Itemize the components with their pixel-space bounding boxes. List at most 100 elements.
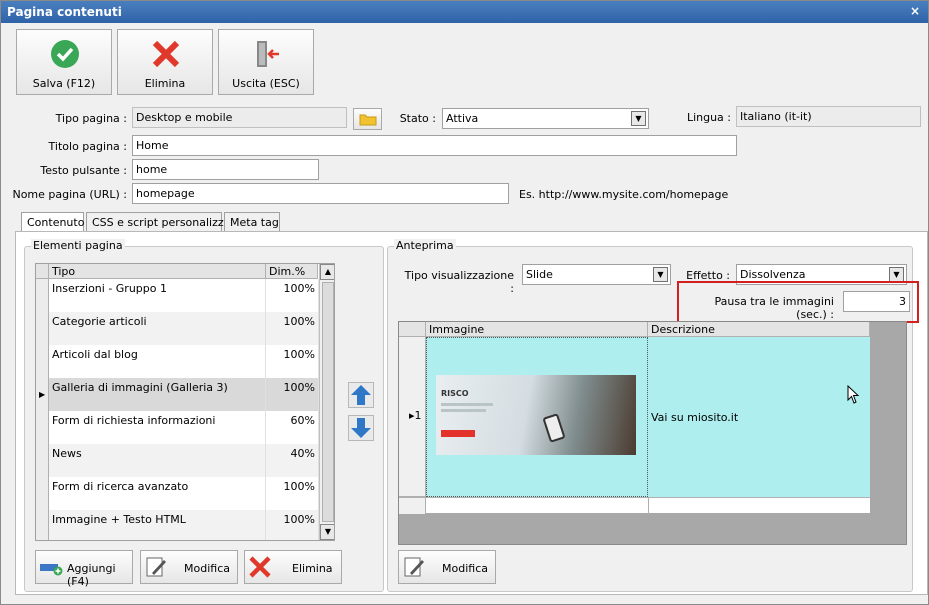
title-bar: Pagina contenuti × (1, 1, 928, 23)
folder-button[interactable] (353, 108, 382, 130)
col-header-immagine: Immagine (426, 322, 648, 337)
nome-label: Nome pagina (URL) : (12, 188, 127, 201)
delete-x-icon (152, 40, 180, 68)
tab-css-script[interactable]: CSS e script personalizzati (86, 212, 238, 232)
table-row[interactable]: Categorie articoli 100% (36, 312, 319, 345)
exit-label: Uscita (ESC) (232, 77, 300, 90)
thumbnail-phone (542, 413, 566, 443)
tipo-vis-value: Slide (526, 268, 553, 281)
cell-tipo: Form di ricerca avanzato (49, 477, 266, 510)
row-indicator[interactable] (36, 345, 49, 378)
add-element-label: Aggiungi (F4) (67, 562, 116, 588)
close-button[interactable]: × (910, 4, 920, 18)
row-header-corner (399, 322, 426, 337)
table-row[interactable]: Inserzioni - Gruppo 1 100% (36, 279, 319, 312)
move-up-button[interactable] (348, 382, 374, 408)
new-row-indicator (399, 498, 426, 514)
thumbnail-brand: RISCO (441, 389, 469, 398)
edit-image-label: Modifica (442, 562, 488, 575)
col-header-descrizione: Descrizione (648, 322, 870, 337)
folder-icon (359, 114, 377, 126)
row-indicator[interactable] (36, 444, 49, 477)
lingua-label: Lingua : (686, 111, 731, 124)
save-button[interactable]: Salva (F12) (16, 29, 112, 95)
cell-dim: 100% (266, 477, 319, 510)
cell-tipo: Inserzioni - Gruppo 1 (49, 279, 266, 312)
delete-element-button[interactable]: Elimina (244, 550, 342, 584)
add-element-button[interactable]: Aggiungi (F4) (35, 550, 133, 588)
scroll-up-icon[interactable]: ▲ (320, 264, 334, 280)
table-row[interactable]: Form di richiesta informazioni 60% (36, 411, 319, 444)
cell-dim: 100% (266, 345, 319, 378)
cell-dim: 100% (266, 312, 319, 345)
stato-value: Attiva (446, 112, 479, 125)
window: Pagina contenuti × Salva (F12) Elimina U… (0, 0, 929, 605)
chevron-down-icon: ▼ (889, 267, 904, 282)
anteprima-title: Anteprima (394, 239, 456, 252)
scroll-down-icon[interactable]: ▼ (320, 524, 334, 540)
lingua-field: Italiano (it-it) (736, 106, 921, 127)
table-row[interactable]: Immagine + Testo HTML 100% (36, 510, 319, 540)
row-index: ▸1 (409, 409, 422, 422)
row-indicator[interactable] (36, 510, 49, 540)
tipo-pagina-label: Tipo pagina : (55, 112, 127, 125)
tipo-vis-select[interactable]: Slide ▼ (522, 264, 671, 285)
nome-input[interactable]: homepage (132, 183, 509, 204)
window-title: Pagina contenuti (7, 5, 122, 19)
save-label: Salva (F12) (32, 77, 96, 90)
tipo-pagina-field: Desktop e mobile (132, 107, 347, 128)
table-row[interactable]: Articoli dal blog 100% (36, 345, 319, 378)
row-header-corner (36, 264, 49, 279)
titolo-input[interactable]: Home (132, 135, 737, 156)
row-indicator[interactable] (36, 411, 49, 444)
thumbnail-cta (441, 430, 475, 437)
delete-button[interactable]: Elimina (117, 29, 213, 95)
testo-input[interactable]: home (132, 159, 319, 180)
table-row[interactable]: News 40% (36, 444, 319, 477)
delete-x-icon (249, 556, 271, 578)
delete-label: Elimina (144, 77, 186, 90)
delete-element-label: Elimina (292, 562, 333, 575)
cell-dim: 100% (266, 378, 319, 411)
effetto-value: Dissolvenza (740, 268, 806, 281)
row-indicator[interactable]: ▶ (36, 378, 49, 411)
row-indicator[interactable]: ▸1 (399, 337, 426, 497)
edit-pencil-icon (146, 557, 166, 577)
row-indicator[interactable] (36, 279, 49, 312)
description-cell[interactable]: Vai su miosito.it (648, 337, 870, 497)
url-hint: Es. http://www.mysite.com/homepage (519, 188, 729, 201)
cell-tipo: Immagine + Testo HTML (49, 510, 266, 540)
arrow-up-icon (351, 385, 371, 405)
elementi-scrollbar[interactable]: ▲ ▼ (319, 264, 334, 540)
cell-tipo: Articoli dal blog (49, 345, 266, 378)
image-cell[interactable]: RISCO (426, 337, 648, 497)
tab-contenuto[interactable]: Contenuto (21, 212, 84, 233)
thumbnail-image: RISCO (436, 375, 636, 455)
table-row[interactable]: ▶ Galleria di immagini (Galleria 3) 100% (36, 378, 319, 411)
cell-tipo: Form di richiesta informazioni (49, 411, 266, 444)
edit-element-button[interactable]: Modifica (140, 550, 238, 584)
stato-select[interactable]: Attiva ▼ (442, 108, 649, 129)
cell-tipo: Galleria di immagini (Galleria 3) (49, 378, 266, 411)
add-row-icon (40, 564, 63, 576)
row-indicator[interactable] (36, 312, 49, 345)
cell-dim: 60% (266, 411, 319, 444)
exit-button[interactable]: Uscita (ESC) (218, 29, 314, 95)
col-header-dim: Dim.% (266, 264, 318, 279)
checkmark-icon (51, 40, 79, 68)
pausa-input[interactable]: 3 (843, 291, 910, 312)
cell-tipo: Categorie articoli (49, 312, 266, 345)
new-row-divider (648, 498, 649, 514)
table-row[interactable]: Form di ricerca avanzato 100% (36, 477, 319, 510)
move-down-button[interactable] (348, 415, 374, 441)
scroll-thumb[interactable] (322, 282, 334, 522)
edit-element-label: Modifica (184, 562, 230, 575)
thumbnail-text-line (441, 403, 493, 406)
elementi-group: Elementi pagina Tipo Dim.% Inserzioni - … (24, 239, 384, 592)
elementi-title: Elementi pagina (31, 239, 125, 252)
edit-image-button[interactable]: Modifica (398, 550, 496, 584)
anteprima-group: Anteprima Tipo visualizzazione : Slide ▼… (387, 239, 919, 592)
new-row[interactable] (399, 497, 870, 514)
tab-meta-tag[interactable]: Meta tag (224, 212, 280, 232)
row-indicator[interactable] (36, 477, 49, 510)
